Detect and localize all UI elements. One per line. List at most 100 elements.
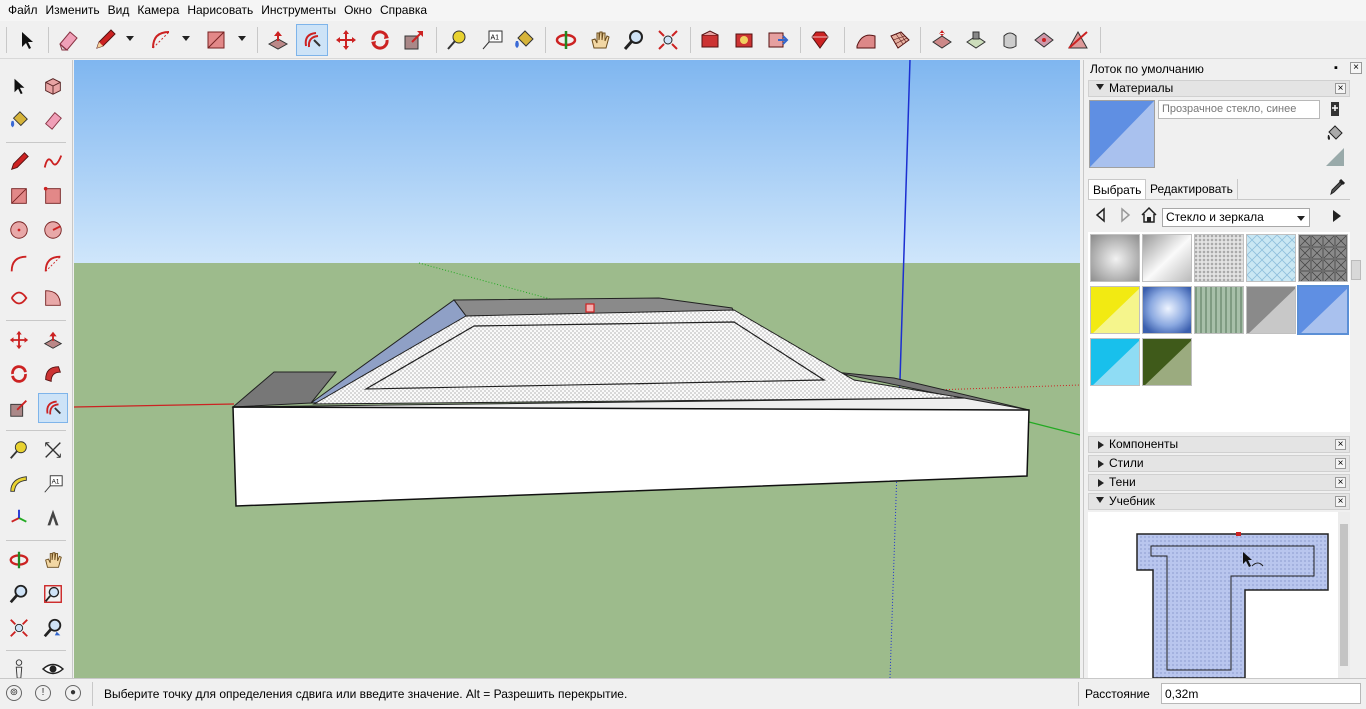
pan-tool-button[interactable] — [584, 24, 616, 56]
components-section-header[interactable]: Компоненты × — [1088, 436, 1350, 453]
push-pull-tool-button[interactable] — [262, 24, 294, 56]
geo-location-icon[interactable]: ⊚ — [6, 685, 22, 701]
material-name-field[interactable]: Прозрачное стекло, синее — [1158, 100, 1320, 119]
forward-button[interactable] — [1116, 206, 1134, 224]
rectangle-tool-button[interactable] — [200, 24, 232, 56]
left-protractor-button[interactable] — [4, 469, 34, 499]
scene-canvas[interactable] — [74, 60, 1080, 678]
paint-bucket-tool-button[interactable] — [508, 24, 540, 56]
arc-tool-button[interactable] — [145, 24, 177, 56]
left-3d-text-button[interactable] — [38, 503, 68, 533]
left-eraser-button[interactable] — [38, 105, 68, 135]
zoom-extents-tool-button[interactable] — [652, 24, 684, 56]
tab-select[interactable]: Выбрать — [1088, 179, 1147, 199]
share-model-button[interactable] — [762, 24, 794, 56]
left-push-pull-button[interactable] — [38, 325, 68, 355]
left-three-point-arc-button[interactable] — [4, 283, 34, 313]
swatch-cyan-glass[interactable] — [1090, 338, 1140, 386]
tray-scrollbar-thumb[interactable] — [1351, 260, 1361, 280]
swatch-mirror[interactable] — [1142, 234, 1192, 282]
offset-tool-button[interactable] — [296, 24, 328, 56]
menu-tools[interactable]: Инструменты — [257, 0, 340, 21]
left-line-button[interactable] — [4, 147, 34, 177]
left-tape-measure-button[interactable] — [4, 435, 34, 465]
stamp-button[interactable] — [960, 24, 992, 56]
arc-dropdown-caret[interactable] — [182, 36, 190, 41]
sandbox-from-scratch-button[interactable] — [884, 24, 916, 56]
flip-edge-button[interactable] — [1062, 24, 1094, 56]
tray-close-button[interactable]: × — [1350, 62, 1362, 74]
left-two-point-arc-button[interactable] — [38, 249, 68, 279]
swatch-blue-glass-selected[interactable] — [1297, 285, 1349, 335]
smoove-button[interactable] — [926, 24, 958, 56]
swatch-yellow-glass[interactable] — [1090, 286, 1140, 334]
left-pie-button[interactable] — [38, 283, 68, 313]
materials-close-button[interactable]: × — [1335, 83, 1346, 94]
left-zoom-window-button[interactable] — [38, 579, 68, 609]
rectangle-dropdown-caret[interactable] — [238, 36, 246, 41]
shadows-close-button[interactable]: × — [1335, 477, 1346, 488]
left-rotated-rectangle-button[interactable] — [38, 181, 68, 211]
text-tool-button[interactable]: A1 — [476, 24, 508, 56]
select-tool-button[interactable] — [11, 24, 43, 56]
left-paint-bucket-button[interactable] — [4, 105, 34, 135]
left-move-button[interactable] — [4, 325, 34, 355]
tutorial-close-button[interactable]: × — [1335, 496, 1346, 507]
swatch-olive-glass[interactable] — [1142, 338, 1192, 386]
left-rotate-button[interactable] — [4, 359, 34, 389]
menu-edit[interactable]: Изменить — [42, 0, 104, 21]
home-button[interactable] — [1140, 206, 1158, 224]
sample-paint-button[interactable] — [1328, 178, 1346, 196]
collection-dropdown[interactable]: Стекло и зеркала — [1162, 208, 1310, 227]
swatch-grey-glass[interactable] — [1246, 286, 1296, 334]
swatch-glass-block[interactable] — [1298, 234, 1348, 282]
add-detail-button[interactable] — [1028, 24, 1060, 56]
left-rectangle-button[interactable] — [4, 181, 34, 211]
tutorial-section-header[interactable]: Учебник × — [1088, 493, 1350, 510]
sandbox-from-contours-button[interactable] — [850, 24, 882, 56]
left-polygon-button[interactable] — [38, 215, 68, 245]
left-freehand-button[interactable] — [38, 147, 68, 177]
menu-camera[interactable]: Камера — [133, 0, 183, 21]
details-button[interactable] — [1328, 207, 1346, 225]
swatch-sky-reflection[interactable] — [1142, 286, 1192, 334]
menu-view[interactable]: Вид — [104, 0, 134, 21]
swatch-glass-grid-blue[interactable] — [1246, 234, 1296, 282]
left-previous-view-button[interactable] — [38, 613, 68, 643]
user-account-icon[interactable]: ● — [65, 685, 81, 701]
left-arc-button[interactable] — [4, 249, 34, 279]
swatch-green-ribbed[interactable] — [1194, 286, 1244, 334]
3d-viewport[interactable] — [74, 60, 1080, 678]
left-scale-button[interactable] — [4, 393, 34, 423]
back-button[interactable] — [1092, 206, 1110, 224]
materials-section-header[interactable]: Материалы × — [1088, 80, 1350, 97]
left-zoom-button[interactable] — [4, 579, 34, 609]
warehouse-button[interactable] — [694, 24, 726, 56]
zoom-tool-button[interactable] — [618, 24, 650, 56]
orbit-tool-button[interactable] — [550, 24, 582, 56]
tab-edit[interactable]: Редактировать — [1146, 179, 1238, 199]
pencil-tool-button[interactable] — [89, 24, 121, 56]
left-zoom-extents-button[interactable] — [4, 613, 34, 643]
left-circle-button[interactable] — [4, 215, 34, 245]
tape-measure-tool-button[interactable] — [441, 24, 473, 56]
create-material-button[interactable] — [1326, 100, 1344, 118]
styles-close-button[interactable]: × — [1335, 458, 1346, 469]
menu-help[interactable]: Справка — [376, 0, 431, 21]
shadows-section-header[interactable]: Тени × — [1088, 474, 1350, 491]
styles-section-header[interactable]: Стили × — [1088, 455, 1350, 472]
left-pan-button[interactable] — [38, 545, 68, 575]
swatch-glass-grey[interactable] — [1090, 234, 1140, 282]
menu-file[interactable]: Файл — [4, 0, 42, 21]
scale-tool-button[interactable] — [398, 24, 430, 56]
ruby-console-button[interactable] — [804, 24, 836, 56]
left-offset-button[interactable] — [38, 393, 68, 423]
eraser-tool-button[interactable] — [52, 24, 84, 56]
left-follow-me-button[interactable] — [38, 359, 68, 389]
left-text-button[interactable]: A1 — [38, 469, 68, 499]
left-make-component-button[interactable] — [38, 71, 68, 101]
swatch-frosted[interactable] — [1194, 234, 1244, 282]
move-tool-button[interactable] — [330, 24, 362, 56]
menu-draw[interactable]: Нарисовать — [183, 0, 257, 21]
components-close-button[interactable]: × — [1335, 439, 1346, 450]
